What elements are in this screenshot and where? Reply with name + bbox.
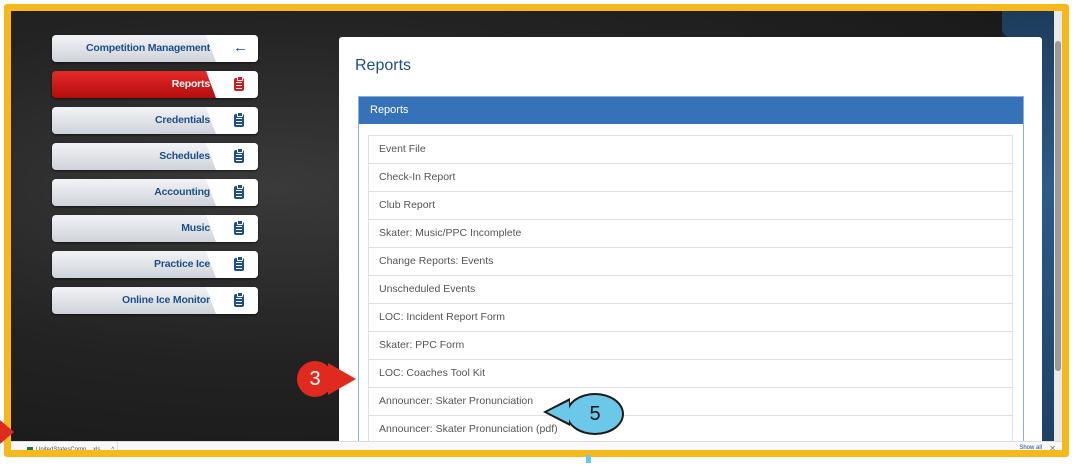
sidebar-item-label: Reports (171, 78, 210, 90)
callout-5-stem (586, 455, 591, 463)
sidebar-item-music[interactable]: Music (52, 215, 258, 242)
sidebar-item-competition-management[interactable]: Competition Management ← (52, 35, 258, 62)
sidebar-item-label: Practice Ice (154, 258, 210, 270)
excel-file-icon (27, 447, 33, 450)
scrollbar-thumb[interactable] (1055, 41, 1061, 371)
reports-card: Reports Event File Check-In Report Club … (358, 96, 1024, 450)
download-bar: UnitedStatesComp....xls ^ Show all ✕ (11, 441, 1062, 453)
callout-left-pointer (0, 420, 14, 444)
report-item-incident-report-form[interactable]: LOC: Incident Report Form (368, 304, 1013, 332)
report-item-music-ppc-incomplete[interactable]: Skater: Music/PPC Incomplete (368, 220, 1013, 248)
sidebar-item-accounting[interactable]: Accounting (52, 179, 258, 206)
sidebar-item-practice-ice[interactable]: Practice Ice (52, 251, 258, 278)
clipboard-icon (234, 292, 244, 307)
report-item-unscheduled-events[interactable]: Unscheduled Events (368, 276, 1013, 304)
report-list: Event File Check-In Report Club Report S… (368, 135, 1013, 444)
report-item-change-reports-events[interactable]: Change Reports: Events (368, 248, 1013, 276)
close-icon[interactable]: ✕ (1049, 444, 1056, 450)
report-item-event-file[interactable]: Event File (368, 135, 1013, 164)
callout-step-5: 5 (566, 393, 624, 435)
callout-step-3: 3 (297, 361, 333, 397)
chevron-up-icon[interactable]: ^ (111, 445, 114, 450)
report-item-club[interactable]: Club Report (368, 192, 1013, 220)
sidebar-item-online-ice-monitor[interactable]: Online Ice Monitor (52, 287, 258, 314)
report-item-ppc-form[interactable]: Skater: PPC Form (368, 332, 1013, 360)
app-frame: Competition Management ← Reports Credent… (4, 4, 1069, 457)
callout-5-pointer (547, 401, 569, 423)
page-scrollbar[interactable] (1054, 11, 1062, 450)
report-item-skater-pronunciation-pdf[interactable]: Announcer: Skater Pronunciation (pdf) (368, 416, 1013, 444)
sidebar-item-schedules[interactable]: Schedules (52, 143, 258, 170)
sidebar-item-label: Credentials (155, 114, 210, 126)
clipboard-icon (234, 184, 244, 199)
reports-panel: Reports Reports Event File Check-In Repo… (339, 37, 1042, 450)
clipboard-icon (234, 256, 244, 271)
report-item-skater-pronunciation[interactable]: Announcer: Skater Pronunciation (368, 388, 1013, 416)
clipboard-icon (234, 148, 244, 163)
clipboard-icon (234, 112, 244, 127)
sidebar-item-label: Accounting (154, 186, 210, 198)
page-title: Reports (355, 57, 412, 74)
sidebar-item-reports[interactable]: Reports (52, 71, 258, 98)
clipboard-icon (234, 220, 244, 235)
download-item[interactable]: UnitedStatesComp....xls ^ (27, 445, 114, 453)
clipboard-icon (234, 76, 244, 91)
sidebar-item-label: Online Ice Monitor (122, 294, 210, 306)
report-item-check-in[interactable]: Check-In Report (368, 164, 1013, 192)
sidebar-menu: Competition Management ← Reports Credent… (52, 35, 258, 323)
sidebar-item-label: Competition Management (86, 42, 210, 54)
arrow-left-icon: ← (233, 39, 248, 56)
download-divider (117, 442, 118, 450)
card-header: Reports (359, 97, 1023, 124)
download-file-name: UnitedStatesComp....xls (36, 447, 101, 453)
sidebar-item-credentials[interactable]: Credentials (52, 107, 258, 134)
report-item-coaches-tool-kit[interactable]: LOC: Coaches Tool Kit (368, 360, 1013, 388)
sidebar-item-label: Schedules (159, 150, 210, 162)
show-all-link[interactable]: Show all (1019, 445, 1042, 450)
